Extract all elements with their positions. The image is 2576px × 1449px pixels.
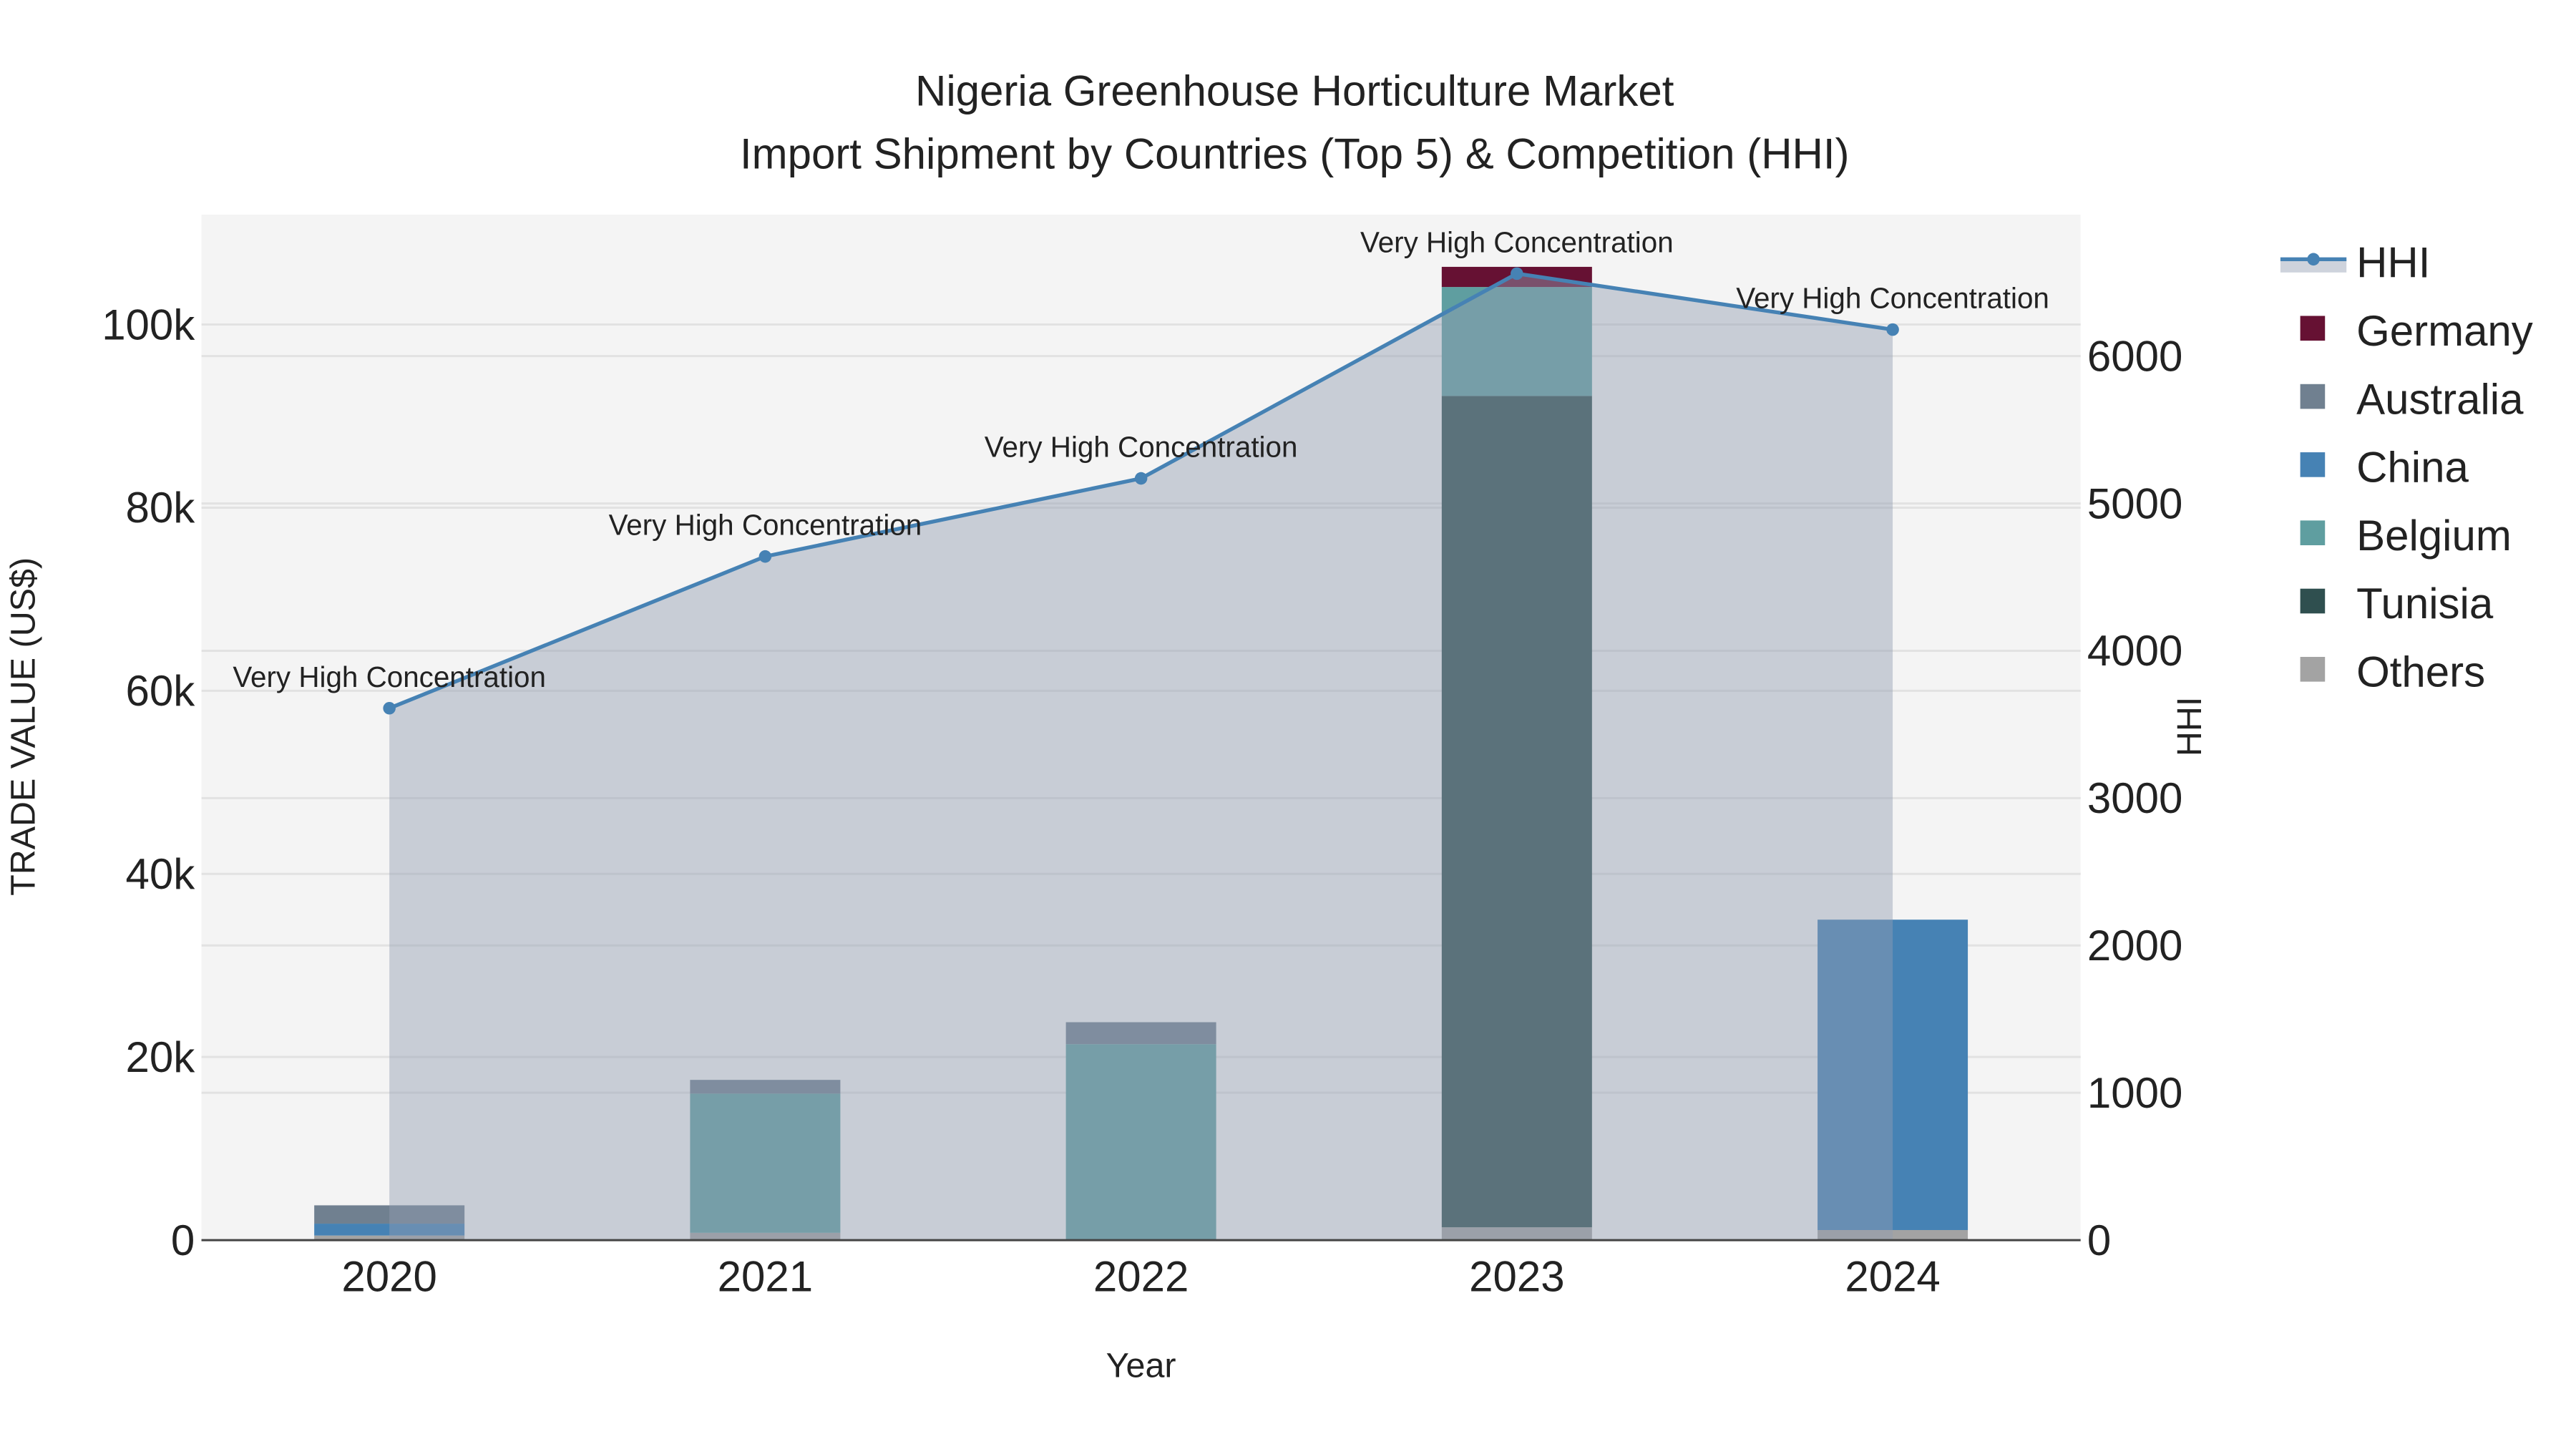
legend-label: Belgium xyxy=(2356,512,2512,560)
hhi-point-2024[interactable] xyxy=(1886,323,1899,336)
x-tick-label: 2020 xyxy=(341,1253,436,1301)
y2-tick-label: 0 xyxy=(2087,1216,2111,1264)
x-tick-label: 2021 xyxy=(718,1253,813,1301)
hhi-annotation: Very High Concentration xyxy=(1360,225,1674,258)
x-tick-label: 2023 xyxy=(1469,1253,1564,1301)
y2-tick-label: 5000 xyxy=(2087,479,2182,527)
x-axis-title: Year xyxy=(1106,1347,1176,1385)
legend-label: Others xyxy=(2356,648,2485,696)
chart-subtitle: Import Shipment by Countries (Top 5) & C… xyxy=(740,130,1850,177)
y-tick-label: 60k xyxy=(126,667,196,715)
legend-swatch xyxy=(2300,657,2326,682)
legend-label: Germany xyxy=(2356,307,2533,355)
legend-label: Tunisia xyxy=(2356,580,2494,628)
y2-axis-title: HHI xyxy=(2170,697,2209,756)
y-tick-label: 80k xyxy=(126,484,196,532)
y-tick-label: 100k xyxy=(102,301,195,348)
y-tick-label: 0 xyxy=(171,1216,195,1264)
x-tick-label: 2024 xyxy=(1845,1253,1940,1301)
chart: Very High Concentration Very High Concent… xyxy=(0,0,2576,1449)
hhi-annotation: Very High Concentration xyxy=(609,509,922,542)
legend-swatch xyxy=(2300,588,2326,614)
legend-swatch xyxy=(2300,520,2326,545)
hhi-annotation: Very High Concentration xyxy=(1736,282,2049,315)
chart-title: Nigeria Greenhouse Horticulture Market xyxy=(915,67,1674,115)
y-tick-label: 40k xyxy=(126,850,196,898)
hhi-annotation: Very High Concentration xyxy=(233,660,546,693)
legend-label: China xyxy=(2356,444,2469,492)
y2-tick-label: 1000 xyxy=(2087,1069,2182,1117)
x-tick-label: 2022 xyxy=(1093,1253,1189,1301)
hhi-annotation: Very High Concentration xyxy=(985,431,1298,464)
legend-swatch xyxy=(2300,316,2326,341)
y2-tick-label: 3000 xyxy=(2087,774,2182,822)
hhi-point-2021[interactable] xyxy=(758,550,772,563)
legend-label: HHI xyxy=(2356,239,2430,287)
legend-swatch xyxy=(2307,253,2320,266)
legend-swatch xyxy=(2300,452,2326,477)
y2-tick-label: 6000 xyxy=(2087,332,2182,380)
y-axis-title: TRADE VALUE (US$) xyxy=(4,557,42,896)
hhi-point-2023[interactable] xyxy=(1511,267,1523,280)
legend-label: Australia xyxy=(2356,375,2524,423)
hhi-point-2020[interactable] xyxy=(383,702,396,715)
y-tick-label: 20k xyxy=(126,1033,196,1081)
hhi-point-2022[interactable] xyxy=(1134,472,1148,485)
legend-swatch xyxy=(2300,384,2326,409)
y2-tick-label: 2000 xyxy=(2087,922,2182,970)
y2-tick-label: 4000 xyxy=(2087,627,2182,675)
